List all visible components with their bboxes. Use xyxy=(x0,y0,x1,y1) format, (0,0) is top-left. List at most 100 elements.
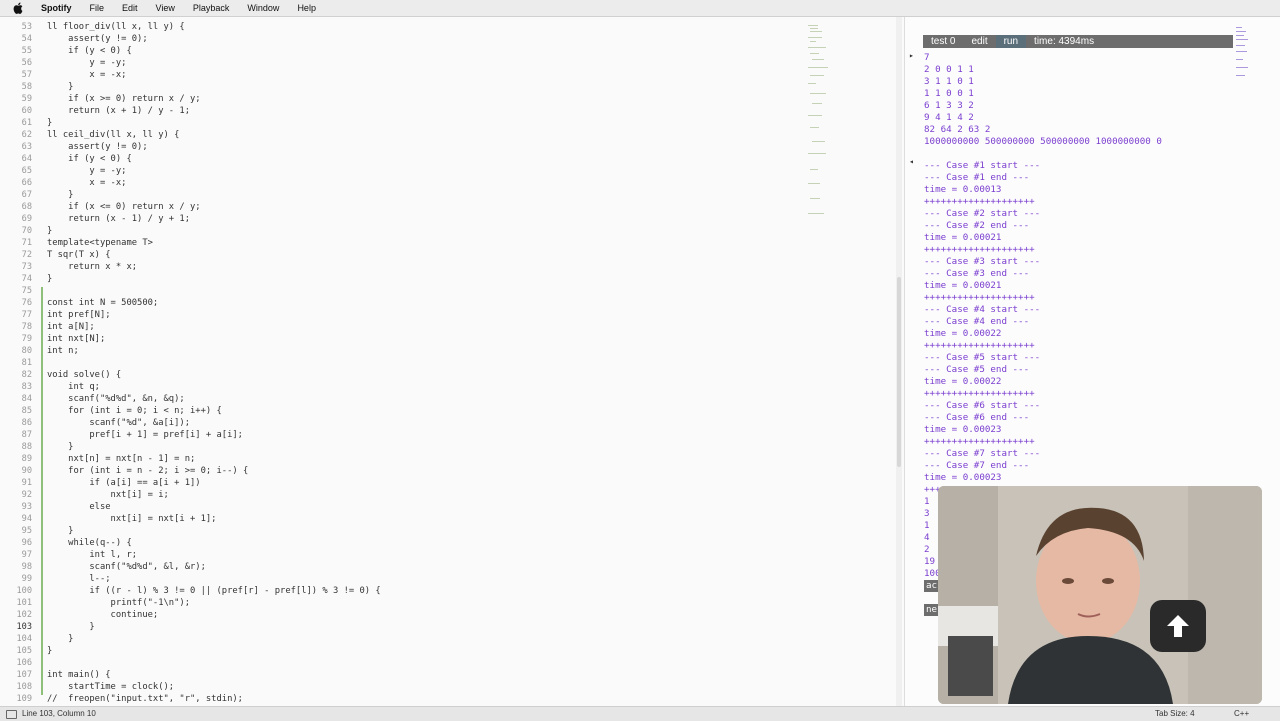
result-tag[interactable]: ac xyxy=(924,580,940,592)
log-line: --- Case #3 end --- xyxy=(924,268,1030,279)
code-line[interactable]: for (int i = n - 2; i >= 0; i--) { xyxy=(47,465,248,477)
scroll-up-button[interactable] xyxy=(1150,600,1206,652)
tab-size[interactable]: Tab Size: 4 xyxy=(1155,709,1195,718)
log-line: --- Case #6 end --- xyxy=(924,412,1030,423)
code-line[interactable]: if (y < 0) { xyxy=(47,45,132,57)
edit-button[interactable]: edit xyxy=(963,35,995,48)
code-line[interactable]: } xyxy=(47,117,52,129)
code-line[interactable]: l--; xyxy=(47,573,110,585)
code-line[interactable]: // freopen("input.txt", "r", stdin); xyxy=(47,693,243,705)
line-number: 67 xyxy=(21,190,32,200)
line-number: 84 xyxy=(21,394,32,404)
menu-file[interactable]: File xyxy=(81,0,114,16)
code-line[interactable]: nxt[i] = i; xyxy=(47,489,169,501)
code-line[interactable]: } xyxy=(47,621,94,633)
code-line[interactable]: scanf("%d", &a[i]); xyxy=(47,417,190,429)
code-line[interactable]: } xyxy=(47,225,52,237)
log-line: --- Case #3 start --- xyxy=(924,256,1041,267)
code-line[interactable]: scanf("%d%d", &l, &r); xyxy=(47,561,206,573)
code-line[interactable]: nxt[i] = nxt[i + 1]; xyxy=(47,513,217,525)
code-line[interactable]: if (x <= 0) return x / y; xyxy=(47,201,200,213)
code-line[interactable]: } xyxy=(47,645,52,657)
log-line: time = 0.00013 xyxy=(924,184,1002,195)
code-line[interactable]: T sqr(T x) { xyxy=(47,249,111,261)
line-number: 96 xyxy=(21,538,32,548)
menu-playback[interactable]: Playback xyxy=(184,0,239,16)
line-number: 70 xyxy=(21,226,32,236)
result-tag[interactable]: ne xyxy=(924,604,940,616)
code-line[interactable]: ll floor_div(ll x, ll y) { xyxy=(47,21,185,33)
code-line[interactable]: int l, r; xyxy=(47,549,137,561)
code-line[interactable]: void solve() { xyxy=(47,369,121,381)
code-line[interactable]: assert(y != 0); xyxy=(47,141,147,153)
code-line[interactable]: continue; xyxy=(47,609,159,621)
code-line[interactable]: } xyxy=(47,441,73,453)
code-line[interactable]: ll ceil_div(ll x, ll y) { xyxy=(47,129,179,141)
code-line[interactable]: int q; xyxy=(47,381,100,393)
language-mode[interactable]: C++ xyxy=(1234,709,1249,718)
line-number: 104 xyxy=(16,634,32,644)
code-line[interactable]: x = -x; xyxy=(47,177,126,189)
code-line[interactable]: return x * x; xyxy=(47,261,137,273)
input-line: 9 4 1 4 2 xyxy=(924,112,974,123)
log-line: --- Case #5 end --- xyxy=(924,364,1030,375)
line-number: 66 xyxy=(21,178,32,188)
code-line[interactable]: if (y < 0) { xyxy=(47,153,132,165)
code-line[interactable]: } xyxy=(47,189,73,201)
code-line[interactable]: return (x - 1) / y + 1; xyxy=(47,213,190,225)
code-line[interactable]: printf("-1\n"); xyxy=(47,597,190,609)
code-line[interactable]: int a[N]; xyxy=(47,321,95,333)
minimap[interactable] xyxy=(806,23,836,223)
code-line[interactable]: } xyxy=(47,273,52,285)
line-number: 92 xyxy=(21,490,32,500)
code-line[interactable]: int n; xyxy=(47,345,79,357)
code-line[interactable]: return (x + 1) / y - 1; xyxy=(47,105,190,117)
code-line[interactable]: pref[i + 1] = pref[i] + a[i]; xyxy=(47,429,243,441)
apple-logo-icon[interactable] xyxy=(12,2,24,14)
expand-arrow-icon[interactable]: ▸ xyxy=(909,51,914,60)
menu-window[interactable]: Window xyxy=(238,0,288,16)
code-line[interactable]: startTime = clock(); xyxy=(47,681,174,693)
status-bar: Line 103, Column 10 Tab Size: 4 C++ xyxy=(0,706,1280,721)
line-number: 69 xyxy=(21,214,32,224)
output-minimap[interactable] xyxy=(1235,25,1251,85)
code-line[interactable]: int pref[N]; xyxy=(47,309,111,321)
editor-scroll-thumb[interactable] xyxy=(897,277,901,467)
menu-app-name[interactable]: Spotify xyxy=(32,0,81,16)
menu-view[interactable]: View xyxy=(147,0,184,16)
code-line[interactable]: } xyxy=(47,81,73,93)
code-line[interactable]: assert(y != 0); xyxy=(47,33,147,45)
code-line[interactable]: template<typename T> xyxy=(47,237,153,249)
menu-help[interactable]: Help xyxy=(288,0,325,16)
code-line[interactable]: int nxt[N]; xyxy=(47,333,105,345)
line-number: 108 xyxy=(16,682,32,692)
code-line[interactable]: if (a[i] == a[i + 1]) xyxy=(47,477,200,489)
line-number: 106 xyxy=(16,658,32,668)
panel-toggle-icon[interactable] xyxy=(6,710,17,719)
code-editor[interactable]: 53 54 55 56 57 58 59 60 61 62 63 64 65 66 67 68 69 70 71 72… xyxy=(0,17,902,706)
menu-edit[interactable]: Edit xyxy=(113,0,147,16)
webcam-overlay xyxy=(938,486,1262,704)
code-line[interactable]: if ((r - l) % 3 != 0 || (pref[r] - pref[… xyxy=(47,585,380,597)
code-line[interactable]: int main() { xyxy=(47,669,111,681)
code-line[interactable]: for (int i = 0; i < n; i++) { xyxy=(47,405,222,417)
code-line[interactable]: } xyxy=(47,525,73,537)
code-line[interactable]: y = -y; xyxy=(47,57,126,69)
code-line[interactable]: } xyxy=(47,633,73,645)
test-toolbar: test 0 edit run time: 4394ms xyxy=(923,35,1233,48)
test-tab[interactable]: test 0 xyxy=(923,35,963,48)
run-button[interactable]: run xyxy=(995,35,1027,48)
input-line: 82 64 2 63 2 xyxy=(924,124,991,135)
code-line[interactable]: scanf("%d%d", &n, &q); xyxy=(47,393,185,405)
collapse-arrow-icon[interactable]: ◂ xyxy=(909,157,914,166)
arrow-up-icon xyxy=(1167,615,1189,637)
line-number: 53 xyxy=(21,22,32,32)
code-line[interactable]: else xyxy=(47,501,110,513)
code-line[interactable]: x = -x; xyxy=(47,69,126,81)
code-line[interactable]: nxt[n] = nxt[n - 1] = n; xyxy=(47,453,195,465)
code-line[interactable]: while(q--) { xyxy=(47,537,132,549)
result-line: 19 xyxy=(924,556,936,567)
code-line[interactable]: y = -y; xyxy=(47,165,126,177)
code-line[interactable]: if (x >= 0) return x / y; xyxy=(47,93,200,105)
code-line[interactable]: const int N = 500500; xyxy=(47,297,158,309)
